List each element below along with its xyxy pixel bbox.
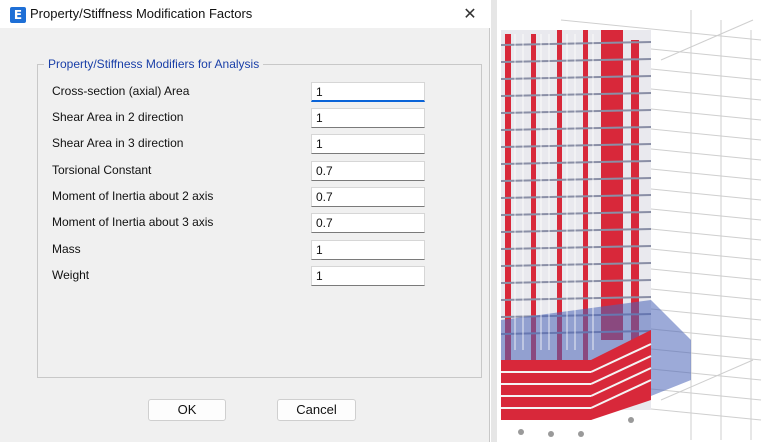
- label-shear-area-2: Shear Area in 2 direction: [52, 110, 184, 124]
- inertia-2-field[interactable]: [311, 187, 425, 207]
- model-viewport[interactable]: [491, 0, 764, 442]
- modifiers-dialog: E Property/Stiffness Modification Factor…: [0, 0, 490, 442]
- label-shear-area-3: Shear Area in 3 direction: [52, 136, 184, 150]
- title-bar[interactable]: E Property/Stiffness Modification Factor…: [0, 0, 490, 28]
- label-inertia-2: Moment of Inertia about 2 axis: [52, 189, 214, 203]
- cancel-button[interactable]: Cancel: [277, 399, 356, 421]
- mass-field[interactable]: [311, 240, 425, 260]
- label-torsional-constant: Torsional Constant: [52, 163, 152, 177]
- etabs-app-icon: E: [10, 7, 26, 23]
- tower-body: [500, 30, 691, 437]
- inertia-3-field[interactable]: [311, 213, 425, 233]
- torsional-constant-field[interactable]: [311, 161, 425, 181]
- shear-area-2-field[interactable]: [311, 108, 425, 128]
- weight-field[interactable]: [311, 266, 425, 286]
- shear-area-3-field[interactable]: [311, 134, 425, 154]
- ok-button[interactable]: OK: [148, 399, 226, 421]
- close-icon[interactable]: ✕: [456, 2, 484, 26]
- viewport-divider: [491, 0, 497, 442]
- cross-section-area-field[interactable]: [311, 82, 425, 102]
- dialog-title: Property/Stiffness Modification Factors: [30, 6, 253, 21]
- label-mass: Mass: [52, 242, 81, 256]
- groupbox-title: Property/Stiffness Modifiers for Analysi…: [44, 57, 264, 71]
- building-model-view: [500, 10, 762, 440]
- label-cross-section-area: Cross-section (axial) Area: [52, 84, 190, 98]
- label-weight: Weight: [52, 268, 90, 282]
- label-inertia-3: Moment of Inertia about 3 axis: [52, 215, 214, 229]
